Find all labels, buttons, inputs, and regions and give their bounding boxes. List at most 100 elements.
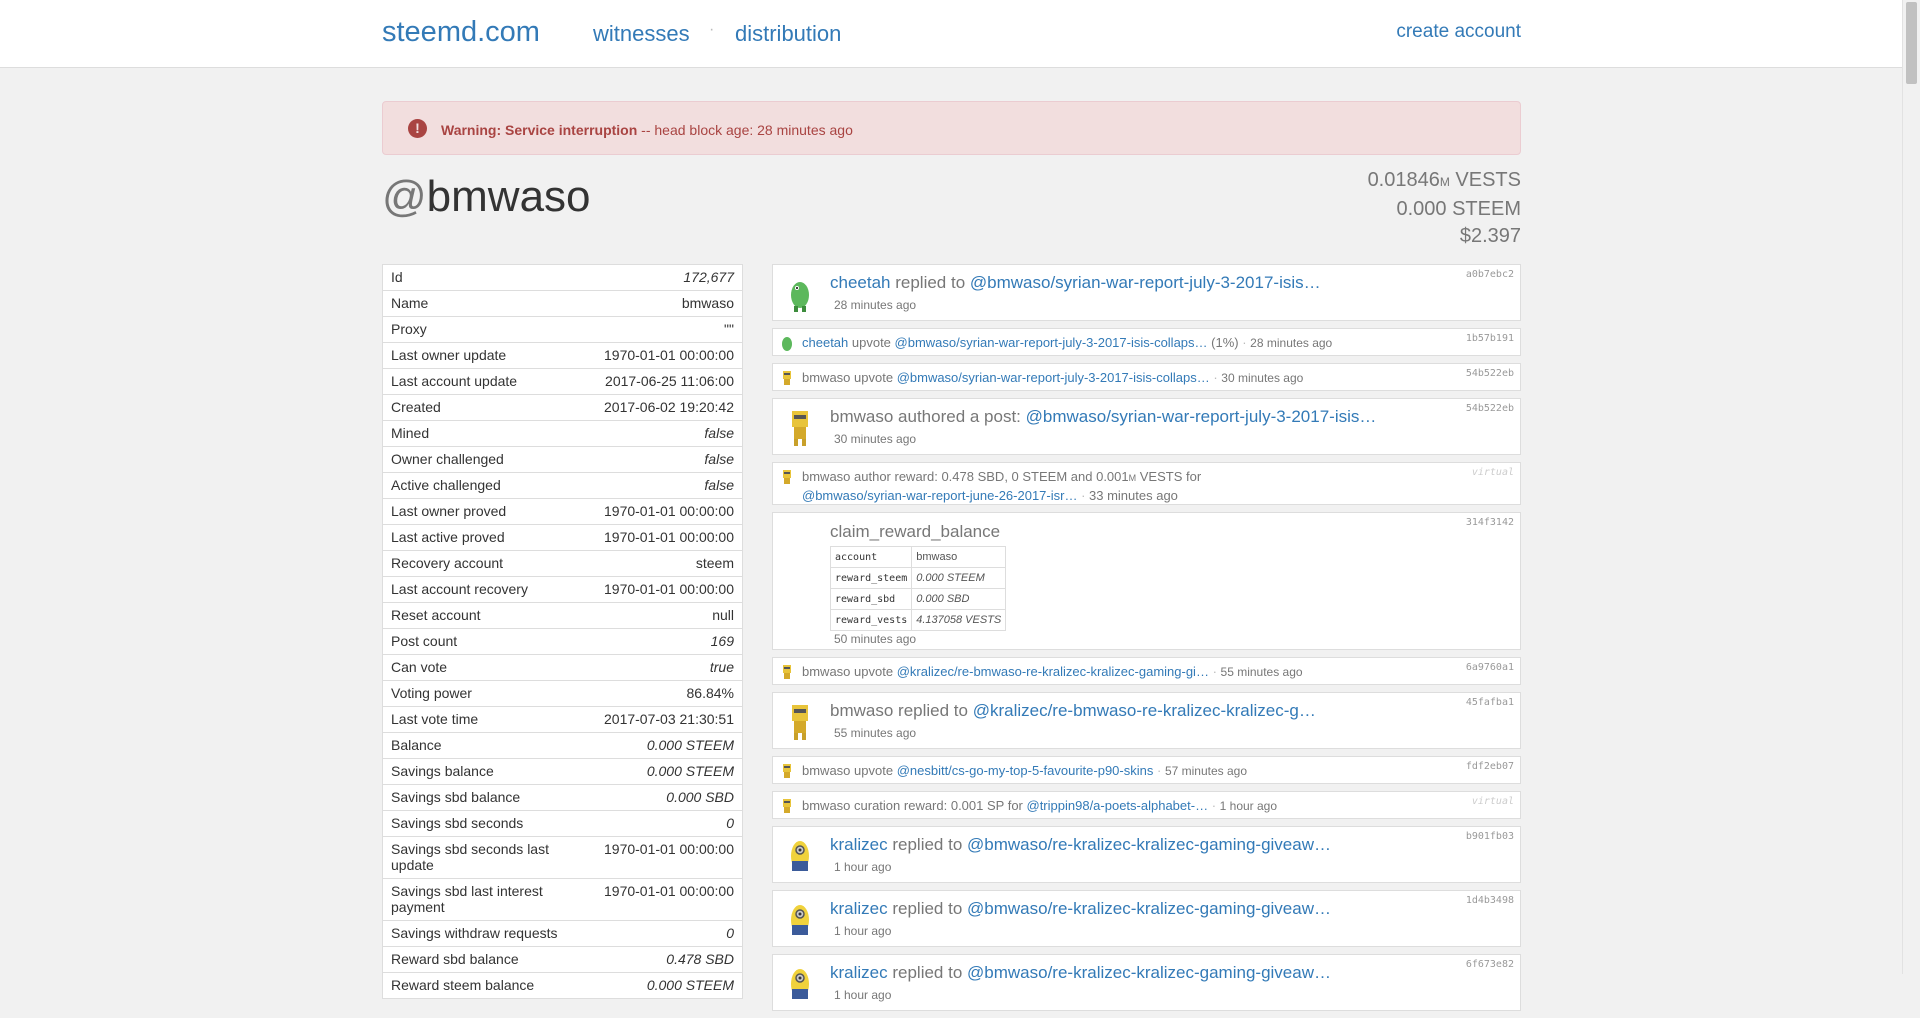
- tx-hash[interactable]: a0b7ebc2: [1466, 269, 1514, 280]
- property-row: Savings sbd last interest payment 1970-01…: [383, 878, 742, 920]
- brand-link[interactable]: steemd.com: [382, 16, 540, 49]
- property-value: 1970-01-01 00:00:00: [604, 529, 734, 545]
- vote-weight: (1%): [1207, 335, 1239, 350]
- robot-avatar-icon: [792, 705, 808, 740]
- tx-hash[interactable]: 54b522eb: [1466, 403, 1514, 414]
- vests-m: M: [1439, 175, 1450, 189]
- property-value: 1970-01-01 00:00:00: [604, 581, 734, 597]
- property-value: 0.000 SBD: [666, 789, 734, 805]
- user-link[interactable]: kralizec: [830, 899, 888, 918]
- post-link[interactable]: @bmwaso/syrian-war-report-july-3-2017-is…: [1026, 407, 1377, 426]
- timestamp: 50 minutes ago: [834, 632, 917, 646]
- tx-hash[interactable]: 1b57b191: [1466, 333, 1514, 344]
- property-row: Active challenged false: [383, 472, 742, 498]
- feed-line: bmwaso upvote @nesbitt/cs-go-my-top-5-fa…: [802, 763, 1247, 778]
- property-row: Name bmwaso: [383, 290, 742, 316]
- timestamp: 55 minutes ago: [834, 726, 917, 740]
- post-link[interactable]: @bmwaso/re-kralizec-kralizec-gaming-give…: [967, 899, 1331, 918]
- robot-avatar-icon: [783, 470, 791, 484]
- post-link[interactable]: @kralizec/re-bmwaso-re-kralizec-kralizec…: [897, 664, 1209, 679]
- timestamp: 28 minutes ago: [834, 298, 917, 312]
- table-row: account bmwaso: [829, 546, 1007, 568]
- property-value: false: [704, 451, 734, 467]
- property-key: Last vote time: [391, 711, 479, 727]
- action-text: authored a post:: [893, 407, 1026, 426]
- separator: ·: [1208, 798, 1220, 813]
- property-value: 1970-01-01 00:00:00: [604, 841, 734, 857]
- nav-separator: ·: [709, 21, 715, 38]
- timestamp: 28 minutes ago: [1250, 336, 1333, 350]
- alert-title: Warning: Service interruption: [441, 122, 638, 138]
- property-value: 1970-01-01 00:00:00: [604, 347, 734, 363]
- property-key: Last owner proved: [391, 503, 507, 519]
- action-text: upvote: [848, 335, 895, 350]
- user-name: bmwaso: [802, 763, 851, 778]
- post-link[interactable]: @bmwaso/re-kralizec-kralizec-gaming-give…: [967, 963, 1331, 982]
- action-text: replied to: [887, 835, 968, 854]
- property-key: Savings sbd balance: [391, 789, 521, 805]
- tx-hash[interactable]: 54b522eb: [1466, 368, 1514, 379]
- user-link[interactable]: cheetah: [830, 273, 891, 292]
- separator: ·: [1077, 488, 1090, 503]
- exclamation-circle-icon: !: [408, 119, 427, 138]
- nav-distribution[interactable]: distribution: [735, 21, 841, 47]
- user-name: bmwaso: [830, 407, 894, 426]
- post-link[interactable]: @bmwaso/syrian-war-report-july-3-2017-is…: [895, 335, 1208, 350]
- separator: ·: [1153, 763, 1165, 778]
- post-link[interactable]: @bmwaso/syrian-war-report-july-3-2017-is…: [897, 370, 1210, 385]
- user-name: bmwaso: [830, 701, 894, 720]
- user-link[interactable]: cheetah: [802, 335, 848, 350]
- tx-hash[interactable]: 314f3142: [1466, 517, 1514, 528]
- property-value: 0.000 STEEM: [646, 763, 734, 779]
- tx-hash[interactable]: 6a9760a1: [1466, 662, 1514, 673]
- property-value: bmwaso: [681, 295, 734, 311]
- property-value: steem: [695, 555, 734, 571]
- post-link[interactable]: @nesbitt/cs-go-my-top-5-favourite-p90-sk…: [897, 763, 1154, 778]
- property-row: Savings sbd balance 0.000 SBD: [383, 784, 742, 810]
- property-value: 2017-06-25 11:06:00: [605, 373, 734, 389]
- tx-hash[interactable]: 6f673e82: [1466, 959, 1514, 970]
- post-link[interactable]: @kralizec/re-bmwaso-re-kralizec-kralizec…: [973, 701, 1316, 720]
- property-key: Balance: [391, 737, 442, 753]
- property-key: Last account update: [391, 373, 518, 389]
- property-row: Last owner update 1970-01-01 00:00:00: [383, 342, 742, 368]
- property-key: Savings sbd seconds last update: [391, 841, 549, 873]
- nav-witnesses[interactable]: witnesses: [593, 21, 690, 47]
- post-link[interactable]: @trippin98/a-poets-alphabet-…: [1027, 798, 1209, 813]
- account-stats: 0.01846M VESTS 0.000 STEEM $2.397: [1368, 167, 1521, 250]
- tx-hash[interactable]: fdf2eb07: [1466, 761, 1514, 772]
- separator: ·: [1209, 370, 1222, 385]
- alert-message: -- head block age: 28 minutes ago: [637, 122, 853, 138]
- user-link[interactable]: kralizec: [830, 963, 888, 982]
- property-row: Reward steem balance 0.000 STEEM: [383, 972, 742, 998]
- robot-avatar-icon: [783, 665, 791, 679]
- tx-hash[interactable]: 1d4b3498: [1466, 895, 1514, 906]
- user-name: bmwaso: [802, 664, 851, 679]
- post-link[interactable]: @bmwaso/syrian-war-report-july-3-2017-is…: [970, 273, 1321, 292]
- create-account-link[interactable]: create account: [1396, 21, 1521, 43]
- property-row: Savings sbd seconds 0: [383, 810, 742, 836]
- property-key: Savings withdraw requests: [391, 925, 558, 941]
- property-key: Active challenged: [391, 477, 501, 493]
- property-value: 172,677: [683, 269, 734, 285]
- tx-hash[interactable]: 45fafba1: [1466, 697, 1514, 708]
- user-link[interactable]: kralizec: [830, 835, 888, 854]
- tx-hash[interactable]: b901fb03: [1466, 831, 1514, 842]
- feed-line: bmwaso upvote @kralizec/re-bmwaso-re-kra…: [802, 664, 1303, 679]
- feed-line: kralizec replied to @bmwaso/re-kralizec-…: [830, 963, 1331, 983]
- post-link[interactable]: @bmwaso/syrian-war-report-june-26-2017-i…: [802, 488, 1077, 503]
- action-text: replied to: [893, 701, 973, 720]
- feed-item: bmwaso replied to @kralizec/re-bmwaso-re…: [772, 692, 1521, 749]
- property-value: 0.000 STEEM: [646, 977, 734, 993]
- property-key: Reward sbd balance: [391, 951, 519, 967]
- page-title: @bmwaso: [382, 172, 591, 222]
- table-value: bmwaso: [911, 546, 1007, 568]
- post-link[interactable]: @bmwaso/re-kralizec-kralizec-gaming-give…: [967, 835, 1331, 854]
- page-scrollbar[interactable]: [1902, 0, 1920, 974]
- timestamp: 57 minutes ago: [1164, 764, 1247, 778]
- property-key: Voting power: [391, 685, 472, 701]
- scrollbar-thumb[interactable]: [1906, 2, 1917, 84]
- property-row: Savings withdraw requests 0: [383, 920, 742, 946]
- op-title: claim_reward_balance: [830, 522, 1001, 541]
- robot-avatar-icon: [783, 799, 791, 813]
